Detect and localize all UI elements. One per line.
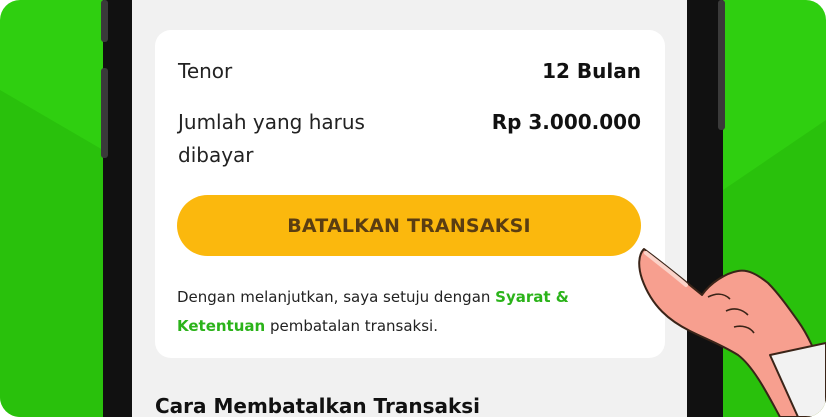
amount-label: Jumlah yang harus xyxy=(178,110,365,134)
phone-side-button xyxy=(101,68,108,158)
tenor-value: 12 Bulan xyxy=(542,59,641,83)
amount-value: Rp 3.000.000 xyxy=(491,110,641,134)
terms-link-part1: Syarat & xyxy=(495,288,569,306)
promo-banner: Tenor 12 Bulan Jumlah yang harus dibayar… xyxy=(0,0,826,417)
cancel-transaction-button-label: BATALKAN TRANSAKSI xyxy=(287,214,531,237)
phone-side-button xyxy=(101,0,108,42)
section-title: Cara Membatalkan Transaksi xyxy=(155,394,481,417)
terms-link-part2: Ketentuan xyxy=(177,317,266,335)
amount-label-line2: dibayar xyxy=(178,143,254,167)
terms-prefix: Dengan melanjutkan, saya setuju dengan xyxy=(177,288,496,306)
terms-suffix: pembatalan transaksi. xyxy=(265,317,438,335)
pointing-hand-icon xyxy=(638,248,826,417)
phone-side-button xyxy=(718,0,725,130)
terms-text: Dengan melanjutkan, saya setuju dengan S… xyxy=(177,283,607,341)
tenor-label: Tenor xyxy=(178,59,233,83)
cancel-transaction-button[interactable]: BATALKAN TRANSAKSI xyxy=(177,195,641,256)
